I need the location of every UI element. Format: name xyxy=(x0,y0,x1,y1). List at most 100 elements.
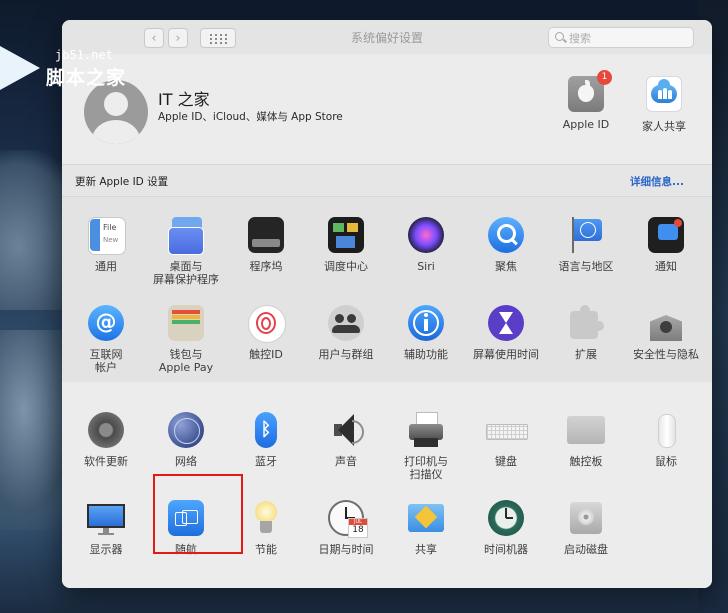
pref-siri[interactable]: Siri xyxy=(387,215,465,273)
details-link[interactable]: 详细信息... xyxy=(630,174,684,189)
trackpad-icon xyxy=(566,410,606,450)
pref-touch-id[interactable]: 触控ID xyxy=(227,303,305,361)
pref-label: 互联网 帐户 xyxy=(89,348,123,374)
apple-id-label: Apple ID xyxy=(562,118,610,131)
pref-screen-time[interactable]: 屏幕使用时间 xyxy=(467,303,545,361)
pref-label: 聚焦 xyxy=(495,260,517,273)
printers-scanners-icon xyxy=(406,410,446,450)
family-sharing-label: 家人共享 xyxy=(642,120,686,133)
pref-accessibility[interactable]: 辅助功能 xyxy=(387,303,465,361)
pref-displays[interactable]: 显示器 xyxy=(67,498,145,556)
pref-label: 通用 xyxy=(95,260,117,273)
family-sharing-pref[interactable]: 家人共享 xyxy=(624,76,704,134)
pref-label: 鼠标 xyxy=(655,455,677,468)
software-update-icon xyxy=(86,410,126,450)
personal-prefs-section: File New 通用 桌面与 屏幕保护程序 程序坞 调度中心 Siri 聚焦 … xyxy=(62,197,712,383)
pref-label: 软件更新 xyxy=(84,455,128,468)
touch-id-icon xyxy=(246,303,286,343)
pref-wallet[interactable]: 钱包与 Apple Pay xyxy=(147,303,225,374)
general-icon: File New xyxy=(86,215,126,255)
account-header: IT 之家 Apple ID、iCloud、媒体与 App Store 1 Ap… xyxy=(62,54,712,164)
watermark-name: 脚本之家 xyxy=(46,67,127,89)
pref-label: 触控ID xyxy=(249,348,283,361)
pref-label: 扩展 xyxy=(575,348,597,361)
pref-label: 蓝牙 xyxy=(255,455,277,468)
pref-network[interactable]: 网络 xyxy=(147,410,225,468)
avatar-body xyxy=(92,120,140,144)
apple-id-icon: 1 xyxy=(568,70,612,112)
pref-language-region[interactable]: 语言与地区 xyxy=(547,215,625,273)
avatar-head xyxy=(104,92,128,116)
pref-software-update[interactable]: 软件更新 xyxy=(67,410,145,468)
family-sharing-icon xyxy=(646,76,682,112)
pref-label: 打印机与 扫描仪 xyxy=(404,455,448,481)
network-icon xyxy=(166,410,206,450)
pref-label: 桌面与 屏幕保护程序 xyxy=(153,260,219,286)
pref-label: 安全性与隐私 xyxy=(633,348,699,361)
pref-notifications[interactable]: 通知 xyxy=(627,215,705,273)
accessibility-icon xyxy=(406,303,446,343)
pref-time-machine[interactable]: 时间机器 xyxy=(467,498,545,556)
titlebar: ‹ › 系统偏好设置 xyxy=(62,20,712,54)
extensions-icon xyxy=(566,303,606,343)
keyboard-icon xyxy=(486,410,528,450)
pref-label: 网络 xyxy=(175,455,197,468)
calendar-day: 18 xyxy=(352,525,364,535)
mission-control-icon xyxy=(326,215,366,255)
energy-saver-icon xyxy=(246,498,286,538)
desktop-screensaver-icon xyxy=(166,215,206,255)
search-field[interactable] xyxy=(548,27,694,48)
pref-security-privacy[interactable]: 安全性与隐私 xyxy=(627,303,705,361)
apple-id-pref[interactable]: 1 Apple ID xyxy=(546,70,626,131)
pref-date-time[interactable]: JUL 18 日期与时间 xyxy=(307,498,385,556)
pref-label: 时间机器 xyxy=(484,543,528,556)
pref-keyboard[interactable]: 键盘 xyxy=(467,410,545,468)
pref-sharing[interactable]: 共享 xyxy=(387,498,465,556)
wallet-icon xyxy=(166,303,206,343)
date-time-icon: JUL 18 xyxy=(326,498,368,538)
pref-label: 辅助功能 xyxy=(404,348,448,361)
account-name: IT 之家 xyxy=(158,90,210,109)
security-privacy-icon xyxy=(646,303,686,343)
pref-label: 键盘 xyxy=(495,455,517,468)
pref-label: 屏幕使用时间 xyxy=(473,348,539,361)
displays-icon xyxy=(86,498,126,538)
pref-users-groups[interactable]: 用户与群组 xyxy=(307,303,385,361)
pref-general[interactable]: File New 通用 xyxy=(67,215,145,273)
pref-trackpad[interactable]: 触控板 xyxy=(547,410,625,468)
watermark-flag xyxy=(0,46,40,90)
pref-extensions[interactable]: 扩展 xyxy=(547,303,625,361)
account-subtitle: Apple ID、iCloud、媒体与 App Store xyxy=(158,111,343,123)
mouse-icon xyxy=(646,410,686,450)
search-input[interactable] xyxy=(567,30,691,47)
pref-internet-accounts[interactable]: @ 互联网 帐户 xyxy=(67,303,145,374)
pref-spotlight[interactable]: 聚焦 xyxy=(467,215,545,273)
bluetooth-icon: ᛒ xyxy=(246,410,286,450)
pref-sound[interactable]: 声音 xyxy=(307,410,385,468)
pref-dock[interactable]: 程序坞 xyxy=(227,215,305,273)
time-machine-icon xyxy=(486,498,526,538)
pref-label: 用户与群组 xyxy=(318,348,374,361)
pref-label: 通知 xyxy=(655,260,677,273)
screen-time-icon xyxy=(486,303,526,343)
pref-startup-disk[interactable]: 启动磁盘 xyxy=(547,498,625,556)
pref-printers-scanners[interactable]: 打印机与 扫描仪 xyxy=(387,410,465,481)
sound-icon xyxy=(326,410,366,450)
notifications-icon xyxy=(646,215,686,255)
watermark-url: jb51.net xyxy=(55,48,113,62)
language-region-icon xyxy=(566,215,606,255)
pref-label: 日期与时间 xyxy=(318,543,374,556)
pref-bluetooth[interactable]: ᛒ 蓝牙 xyxy=(227,410,305,468)
pref-desktop-screensaver[interactable]: 桌面与 屏幕保护程序 xyxy=(147,215,225,286)
pref-mouse[interactable]: 鼠标 xyxy=(627,410,705,468)
pref-label: Siri xyxy=(417,260,435,273)
update-text: 更新 Apple ID 设置 xyxy=(75,176,169,188)
pref-label: 显示器 xyxy=(89,543,123,556)
search-icon xyxy=(555,32,564,41)
siri-icon xyxy=(406,215,446,255)
pref-mission-control[interactable]: 调度中心 xyxy=(307,215,385,273)
sidecar-highlight-box xyxy=(153,474,243,554)
pref-label: 声音 xyxy=(335,455,357,468)
pref-label: 语言与地区 xyxy=(558,260,614,273)
pref-label: 触控板 xyxy=(569,455,603,468)
